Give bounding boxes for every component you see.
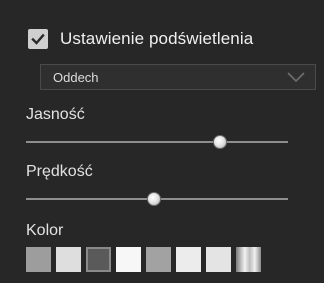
color-swatch[interactable] <box>56 247 81 272</box>
brightness-label: Jasność <box>26 106 85 123</box>
color-label: Kolor <box>26 222 64 239</box>
color-swatch[interactable] <box>146 247 171 272</box>
color-swatch[interactable] <box>26 247 51 272</box>
color-swatch[interactable] <box>86 247 111 272</box>
effect-dropdown-value: Oddech <box>53 69 99 85</box>
effect-dropdown[interactable]: Oddech <box>40 64 316 90</box>
lighting-settings-panel: Ustawienie podświetlenia Oddech Jasność … <box>0 0 324 283</box>
backlight-checkbox[interactable] <box>28 29 48 49</box>
color-swatch-row <box>26 247 261 272</box>
color-swatch[interactable] <box>236 247 261 272</box>
speed-label: Prędkość <box>26 163 93 180</box>
brightness-slider-thumb[interactable] <box>212 135 227 149</box>
color-swatch[interactable] <box>116 247 141 272</box>
speed-slider-track[interactable] <box>26 192 288 206</box>
brightness-slider-track[interactable] <box>26 135 288 149</box>
speed-slider-thumb[interactable] <box>147 192 162 206</box>
checkmark-icon <box>31 33 45 45</box>
backlight-label: Ustawienie podświetlenia <box>60 29 254 48</box>
backlight-setting-row[interactable]: Ustawienie podświetlenia <box>28 26 253 52</box>
color-swatch[interactable] <box>206 247 231 272</box>
chevron-down-icon <box>287 72 305 83</box>
color-swatch[interactable] <box>176 247 201 272</box>
